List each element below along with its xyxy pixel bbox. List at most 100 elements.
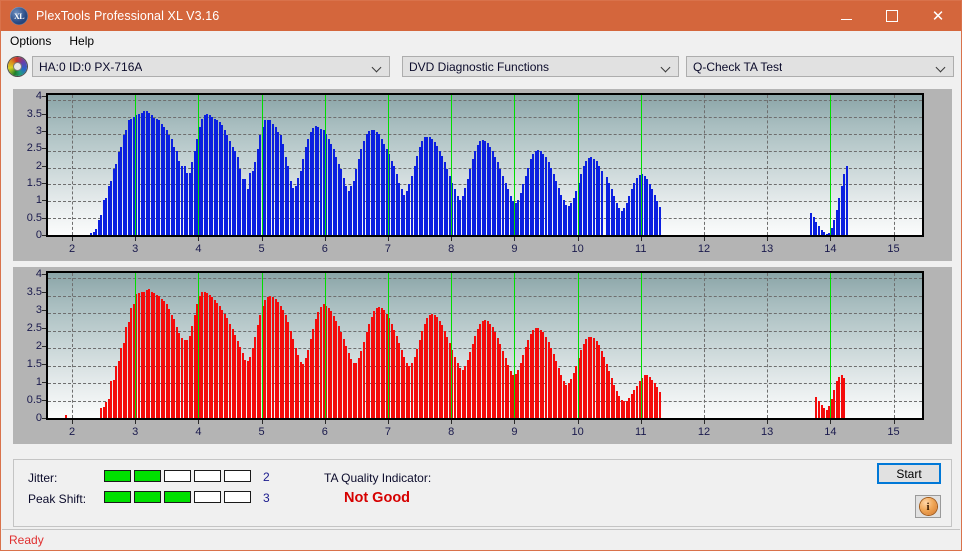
chevron-down-icon: [662, 62, 671, 71]
y-axis: 0 0.5 1 1.5 2 2.5 3 3.5 4: [13, 90, 46, 241]
x-axis-tick: [830, 237, 832, 241]
y-axis-tick-label: 2.5: [26, 142, 42, 155]
results-panel: Jitter: 2 Peak Shift: 3 TA Quality Indic…: [13, 459, 952, 527]
jitter-segment: [224, 470, 251, 482]
function-select-value: DVD Diagnostic Functions: [409, 59, 550, 74]
x-axis-tick-label: 11: [635, 243, 647, 255]
y-axis-tick-label: 2.5: [26, 322, 42, 335]
grid-line: [767, 273, 769, 418]
x-axis-tick-label: 14: [824, 426, 837, 438]
x-axis-tick-label: 3: [132, 243, 139, 255]
maximize-button[interactable]: [869, 1, 915, 31]
grid-line: [48, 313, 922, 315]
x-axis-tick-label: 2: [68, 243, 76, 255]
track-marker: [387, 95, 389, 235]
x-axis-tick: [451, 420, 453, 424]
x-axis-tick-label: 8: [448, 426, 455, 438]
chart-bar: [658, 207, 661, 235]
grid-line: [48, 100, 922, 102]
x-axis-tick: [767, 237, 769, 241]
grid-line: [48, 295, 922, 297]
x-axis-tick: [324, 237, 326, 241]
x-axis: 2 3 4 5 6 7 8 9 10 11 12 13 14 15: [48, 237, 922, 261]
jitter-label: Jitter:: [28, 471, 58, 485]
chart-bar: [658, 391, 661, 418]
jitter-value: 2: [263, 470, 270, 484]
x-axis-tick-label: 7: [384, 426, 392, 438]
info-icon: i: [919, 498, 937, 515]
start-button[interactable]: Start: [877, 463, 941, 484]
x-axis-tick: [198, 237, 200, 241]
peak-shift-segment: [134, 491, 161, 503]
grid-line: [48, 278, 922, 280]
x-axis-tick-label: 8: [448, 243, 455, 255]
grid-line: [703, 95, 705, 235]
track-marker: [577, 273, 579, 418]
drive-select-value: HA:0 ID:0 PX-716A: [39, 59, 143, 74]
peak-shift-value: 3: [263, 491, 270, 505]
y-axis-tick-label: 3.5: [26, 107, 42, 120]
x-axis-tick-label: 13: [761, 243, 774, 255]
grid-line: [48, 133, 922, 135]
y-axis-tick-label: 1.5: [26, 176, 42, 189]
peak-shift-meter: [104, 491, 251, 503]
x-axis-tick: [387, 237, 389, 241]
track-marker: [640, 95, 642, 235]
close-button[interactable]: ✕: [915, 1, 961, 31]
function-select[interactable]: DVD Diagnostic Functions: [402, 56, 679, 77]
menu-item-help[interactable]: Help: [60, 32, 103, 50]
x-axis-tick-label: 10: [571, 426, 584, 438]
jitter-chart-panel: 0 0.5 1 1.5 2 2.5 3 3.5 4 2 3 4 5 6 7 8 9 10 11 12 13 14 15: [13, 89, 952, 261]
y-axis-tick-label: 0.5: [26, 394, 42, 407]
menu-bar: Options Help: [1, 31, 961, 51]
x-axis-tick: [893, 420, 895, 424]
x-axis-tick: [135, 237, 137, 241]
menu-item-options[interactable]: Options: [1, 32, 60, 50]
grid-line: [893, 95, 895, 235]
disc-icon: [8, 57, 27, 76]
track-marker: [324, 95, 326, 235]
grid-line: [767, 95, 769, 235]
info-button[interactable]: i: [915, 495, 941, 518]
x-axis-tick-label: 15: [887, 243, 900, 255]
track-marker: [261, 273, 263, 418]
x-axis-tick-label: 9: [511, 426, 518, 438]
window-title: PlexTools Professional XL V3.16: [36, 9, 220, 23]
window-controls: ✕: [823, 1, 961, 31]
close-icon: ✕: [931, 6, 945, 25]
x-axis-tick: [577, 420, 579, 424]
jitter-segment: [104, 470, 131, 482]
peak-shift-label: Peak Shift:: [28, 492, 87, 506]
track-marker: [514, 273, 516, 418]
grid-line: [48, 116, 922, 118]
x-axis-tick: [640, 237, 642, 241]
jitter-segment: [164, 470, 191, 482]
x-axis-tick: [514, 420, 516, 424]
test-select-value: Q-Check TA Test: [693, 59, 783, 74]
x-axis-tick: [703, 420, 705, 424]
x-axis-tick-label: 15: [887, 426, 900, 438]
grid-line: [72, 273, 73, 418]
track-marker: [387, 273, 389, 418]
x-axis-tick-label: 5: [258, 426, 265, 438]
x-axis-tick-label: 4: [195, 426, 202, 438]
x-axis-tick: [324, 420, 326, 424]
x-axis-tick-label: 2: [68, 426, 76, 438]
x-axis-tick: [640, 420, 642, 424]
x-axis-tick: [72, 420, 73, 424]
chart-bar: [843, 377, 846, 418]
minimize-button[interactable]: [823, 1, 869, 31]
peak-shift-segment: [194, 491, 221, 503]
app-window: XL PlexTools Professional XL V3.16 ✕ Opt…: [0, 0, 962, 551]
jitter-segment: [194, 470, 221, 482]
x-axis-tick-label: 13: [761, 426, 774, 438]
chart-bar: [64, 414, 67, 418]
x-axis-tick: [451, 237, 453, 241]
toolbar: HA:0 ID:0 PX-716A DVD Diagnostic Functio…: [1, 51, 961, 82]
test-select[interactable]: Q-Check TA Test: [686, 56, 954, 77]
drive-select[interactable]: HA:0 ID:0 PX-716A: [32, 56, 390, 77]
x-axis-tick: [135, 420, 137, 424]
peak-shift-segment: [164, 491, 191, 503]
ta-quality-value: Not Good: [344, 490, 411, 506]
chevron-down-icon: [373, 62, 382, 71]
